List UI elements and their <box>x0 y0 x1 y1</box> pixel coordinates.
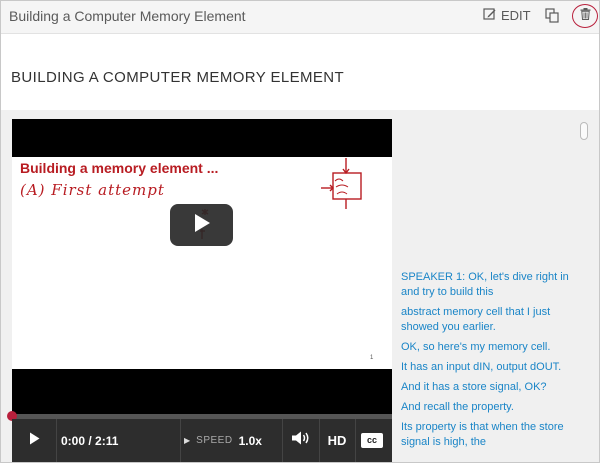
divider <box>355 419 356 462</box>
hd-button[interactable]: HD <box>319 419 355 462</box>
play-button[interactable] <box>22 419 46 462</box>
speed-value: 1.0x <box>238 433 262 448</box>
app-window: Building a Computer Memory Element EDIT <box>0 0 600 463</box>
time-display: 0:00 / 2:11 <box>61 433 119 448</box>
play-icon <box>193 213 211 238</box>
trash-icon <box>580 7 591 25</box>
player-controls: 0:00 / 2:11 ▶ SPEED 1.0x HD cc <box>12 419 392 462</box>
transcript-line[interactable]: OK, so here's my memory cell. <box>401 340 577 355</box>
volume-button[interactable] <box>284 419 318 462</box>
transcript-line[interactable]: And it has a store signal, OK? <box>401 380 577 395</box>
transcript-line[interactable]: abstract memory cell that I just showed … <box>401 305 577 335</box>
divider <box>180 419 181 462</box>
video-frame: Building a memory element ... (A) First … <box>12 157 392 369</box>
transcript-line[interactable]: Its property is that when the store sign… <box>401 420 577 450</box>
edit-label: EDIT <box>501 8 531 23</box>
transcript-line[interactable]: And recall the property. <box>401 400 577 415</box>
top-bar: Building a Computer Memory Element EDIT <box>1 1 599 34</box>
duplicate-button[interactable] <box>545 8 561 24</box>
play-overlay-button[interactable] <box>170 204 233 246</box>
pencil-icon <box>483 7 497 24</box>
caret-right-icon: ▶ <box>184 436 191 445</box>
speed-label: SPEED <box>196 435 233 446</box>
delete-button[interactable] <box>572 4 598 28</box>
transcript-panel: SPEAKER 1: OK, let's dive right in and t… <box>401 270 577 455</box>
play-icon <box>29 432 40 450</box>
page-title: BUILDING A COMPUTER MEMORY ELEMENT <box>11 69 345 86</box>
scrollbar-thumb[interactable] <box>580 122 588 140</box>
cc-badge: cc <box>361 433 383 448</box>
transcript-line[interactable]: SPEAKER 1: OK, let's dive right in and t… <box>401 270 577 300</box>
slide-number: 1 <box>370 355 374 361</box>
divider <box>282 419 283 462</box>
video-module: Building a memory element ... (A) First … <box>1 110 599 462</box>
speed-control[interactable]: ▶ SPEED 1.0x <box>184 419 262 462</box>
volume-icon <box>291 431 311 450</box>
video-player[interactable]: Building a memory element ... (A) First … <box>7 119 392 462</box>
component-title: Building a Computer Memory Element <box>9 8 246 24</box>
copy-icon <box>545 8 559 27</box>
edit-button[interactable]: EDIT <box>483 7 531 24</box>
handwritten-sketch <box>200 158 362 239</box>
cc-button[interactable]: cc <box>357 419 387 462</box>
transcript-scrollbar[interactable] <box>580 120 588 454</box>
divider <box>56 419 57 462</box>
transcript-line[interactable]: It has an input dIN, output dOUT. <box>401 360 577 375</box>
